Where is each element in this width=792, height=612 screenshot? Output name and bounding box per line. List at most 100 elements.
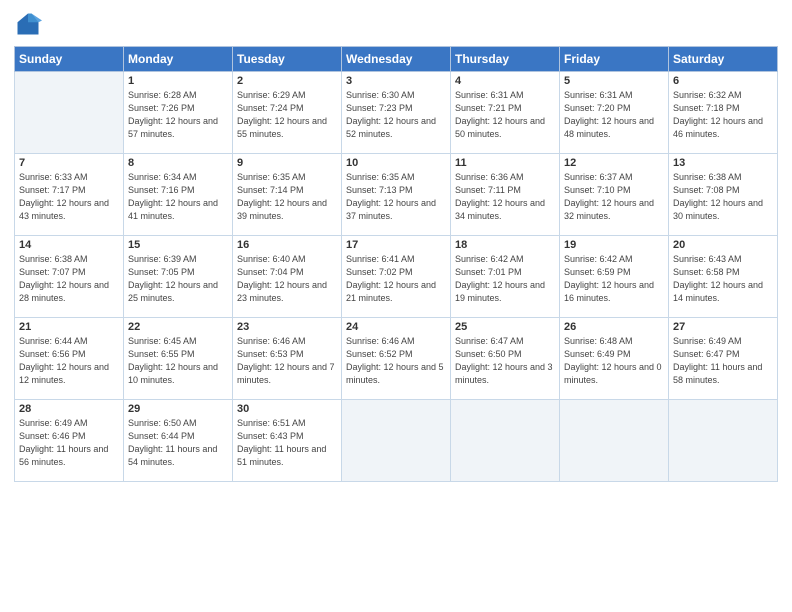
col-header-monday: Monday (124, 47, 233, 72)
day-cell (15, 72, 124, 154)
day-number: 4 (455, 75, 555, 87)
day-number: 11 (455, 157, 555, 169)
day-number: 19 (564, 239, 664, 251)
day-cell: 20 Sunrise: 6:43 AM Sunset: 6:58 PM Dayli… (669, 236, 778, 318)
day-detail: Sunrise: 6:48 AM Sunset: 6:49 PM Dayligh… (564, 335, 664, 387)
day-cell: 3Sunrise: 6:30 AM Sunset: 7:23 PM Daylig… (342, 72, 451, 154)
day-detail: Sunrise: 6:30 AM Sunset: 7:23 PM Dayligh… (346, 89, 446, 141)
day-cell (560, 400, 669, 482)
day-detail: Sunrise: 6:38 AM Sunset: 7:07 PM Dayligh… (19, 253, 119, 305)
day-cell: 5Sunrise: 6:31 AM Sunset: 7:20 PM Daylig… (560, 72, 669, 154)
day-detail: Sunrise: 6:35 AM Sunset: 7:13 PM Dayligh… (346, 171, 446, 223)
day-detail: Sunrise: 6:38 AM Sunset: 7:08 PM Dayligh… (673, 171, 773, 223)
day-cell: 9 Sunrise: 6:35 AM Sunset: 7:14 PM Daylig… (233, 154, 342, 236)
day-detail: Sunrise: 6:45 AM Sunset: 6:55 PM Dayligh… (128, 335, 228, 387)
col-header-friday: Friday (560, 47, 669, 72)
day-detail: Sunrise: 6:40 AM Sunset: 7:04 PM Dayligh… (237, 253, 337, 305)
day-detail: Sunrise: 6:50 AM Sunset: 6:44 PM Dayligh… (128, 417, 228, 469)
day-detail: Sunrise: 6:42 AM Sunset: 7:01 PM Dayligh… (455, 253, 555, 305)
day-number: 29 (128, 403, 228, 415)
day-number: 1 (128, 75, 228, 87)
day-cell: 16 Sunrise: 6:40 AM Sunset: 7:04 PM Dayli… (233, 236, 342, 318)
day-number: 25 (455, 321, 555, 333)
day-detail: Sunrise: 6:31 AM Sunset: 7:20 PM Dayligh… (564, 89, 664, 141)
day-number: 26 (564, 321, 664, 333)
day-cell: 24 Sunrise: 6:46 AM Sunset: 6:52 PM Dayli… (342, 318, 451, 400)
day-cell: 7 Sunrise: 6:33 AM Sunset: 7:17 PM Daylig… (15, 154, 124, 236)
day-detail: Sunrise: 6:28 AM Sunset: 7:26 PM Dayligh… (128, 89, 228, 141)
day-number: 21 (19, 321, 119, 333)
day-number: 16 (237, 239, 337, 251)
day-detail: Sunrise: 6:44 AM Sunset: 6:56 PM Dayligh… (19, 335, 119, 387)
day-cell: 27 Sunrise: 6:49 AM Sunset: 6:47 PM Dayli… (669, 318, 778, 400)
day-cell: 25 Sunrise: 6:47 AM Sunset: 6:50 PM Dayli… (451, 318, 560, 400)
day-number: 9 (237, 157, 337, 169)
day-cell: 12 Sunrise: 6:37 AM Sunset: 7:10 PM Dayli… (560, 154, 669, 236)
day-detail: Sunrise: 6:36 AM Sunset: 7:11 PM Dayligh… (455, 171, 555, 223)
day-detail: Sunrise: 6:35 AM Sunset: 7:14 PM Dayligh… (237, 171, 337, 223)
col-header-wednesday: Wednesday (342, 47, 451, 72)
day-number: 6 (673, 75, 773, 87)
day-number: 10 (346, 157, 446, 169)
day-cell (451, 400, 560, 482)
day-cell: 6 Sunrise: 6:32 AM Sunset: 7:18 PM Daylig… (669, 72, 778, 154)
week-row-3: 21 Sunrise: 6:44 AM Sunset: 6:56 PM Dayli… (15, 318, 778, 400)
day-cell: 14 Sunrise: 6:38 AM Sunset: 7:07 PM Dayli… (15, 236, 124, 318)
header-row: SundayMondayTuesdayWednesdayThursdayFrid… (15, 47, 778, 72)
day-number: 2 (237, 75, 337, 87)
day-detail: Sunrise: 6:46 AM Sunset: 6:52 PM Dayligh… (346, 335, 446, 387)
day-cell: 8 Sunrise: 6:34 AM Sunset: 7:16 PM Daylig… (124, 154, 233, 236)
day-detail: Sunrise: 6:31 AM Sunset: 7:21 PM Dayligh… (455, 89, 555, 141)
day-detail: Sunrise: 6:33 AM Sunset: 7:17 PM Dayligh… (19, 171, 119, 223)
day-detail: Sunrise: 6:43 AM Sunset: 6:58 PM Dayligh… (673, 253, 773, 305)
day-number: 14 (19, 239, 119, 251)
day-detail: Sunrise: 6:29 AM Sunset: 7:24 PM Dayligh… (237, 89, 337, 141)
day-cell: 2 Sunrise: 6:29 AM Sunset: 7:24 PM Daylig… (233, 72, 342, 154)
day-cell: 22 Sunrise: 6:45 AM Sunset: 6:55 PM Dayli… (124, 318, 233, 400)
day-cell: 23 Sunrise: 6:46 AM Sunset: 6:53 PM Dayli… (233, 318, 342, 400)
day-detail: Sunrise: 6:49 AM Sunset: 6:46 PM Dayligh… (19, 417, 119, 469)
col-header-saturday: Saturday (669, 47, 778, 72)
day-cell: 30 Sunrise: 6:51 AM Sunset: 6:43 PM Dayli… (233, 400, 342, 482)
day-number: 23 (237, 321, 337, 333)
day-number: 7 (19, 157, 119, 169)
page: SundayMondayTuesdayWednesdayThursdayFrid… (0, 0, 792, 612)
header (14, 10, 778, 38)
day-detail: Sunrise: 6:41 AM Sunset: 7:02 PM Dayligh… (346, 253, 446, 305)
day-number: 13 (673, 157, 773, 169)
day-detail: Sunrise: 6:37 AM Sunset: 7:10 PM Dayligh… (564, 171, 664, 223)
week-row-1: 7 Sunrise: 6:33 AM Sunset: 7:17 PM Daylig… (15, 154, 778, 236)
day-number: 28 (19, 403, 119, 415)
day-number: 8 (128, 157, 228, 169)
col-header-tuesday: Tuesday (233, 47, 342, 72)
day-number: 15 (128, 239, 228, 251)
day-detail: Sunrise: 6:47 AM Sunset: 6:50 PM Dayligh… (455, 335, 555, 387)
week-row-2: 14 Sunrise: 6:38 AM Sunset: 7:07 PM Dayli… (15, 236, 778, 318)
day-cell: 10 Sunrise: 6:35 AM Sunset: 7:13 PM Dayli… (342, 154, 451, 236)
day-detail: Sunrise: 6:34 AM Sunset: 7:16 PM Dayligh… (128, 171, 228, 223)
day-number: 22 (128, 321, 228, 333)
week-row-0: 1 Sunrise: 6:28 AM Sunset: 7:26 PM Daylig… (15, 72, 778, 154)
day-number: 20 (673, 239, 773, 251)
day-cell (669, 400, 778, 482)
day-number: 30 (237, 403, 337, 415)
logo (14, 10, 46, 38)
day-number: 12 (564, 157, 664, 169)
day-cell: 1 Sunrise: 6:28 AM Sunset: 7:26 PM Daylig… (124, 72, 233, 154)
day-detail: Sunrise: 6:51 AM Sunset: 6:43 PM Dayligh… (237, 417, 337, 469)
day-detail: Sunrise: 6:39 AM Sunset: 7:05 PM Dayligh… (128, 253, 228, 305)
day-cell: 4 Sunrise: 6:31 AM Sunset: 7:21 PM Daylig… (451, 72, 560, 154)
day-number: 27 (673, 321, 773, 333)
day-number: 24 (346, 321, 446, 333)
day-cell: 15 Sunrise: 6:39 AM Sunset: 7:05 PM Dayli… (124, 236, 233, 318)
day-cell: 29 Sunrise: 6:50 AM Sunset: 6:44 PM Dayli… (124, 400, 233, 482)
day-detail: Sunrise: 6:46 AM Sunset: 6:53 PM Dayligh… (237, 335, 337, 387)
day-cell: 28 Sunrise: 6:49 AM Sunset: 6:46 PM Dayli… (15, 400, 124, 482)
day-cell: 18Sunrise: 6:42 AM Sunset: 7:01 PM Dayli… (451, 236, 560, 318)
col-header-sunday: Sunday (15, 47, 124, 72)
day-cell: 11 Sunrise: 6:36 AM Sunset: 7:11 PM Dayli… (451, 154, 560, 236)
day-cell: 19Sunrise: 6:42 AM Sunset: 6:59 PM Dayli… (560, 236, 669, 318)
day-detail: Sunrise: 6:32 AM Sunset: 7:18 PM Dayligh… (673, 89, 773, 141)
day-cell: 17Sunrise: 6:41 AM Sunset: 7:02 PM Dayli… (342, 236, 451, 318)
day-detail: Sunrise: 6:49 AM Sunset: 6:47 PM Dayligh… (673, 335, 773, 387)
